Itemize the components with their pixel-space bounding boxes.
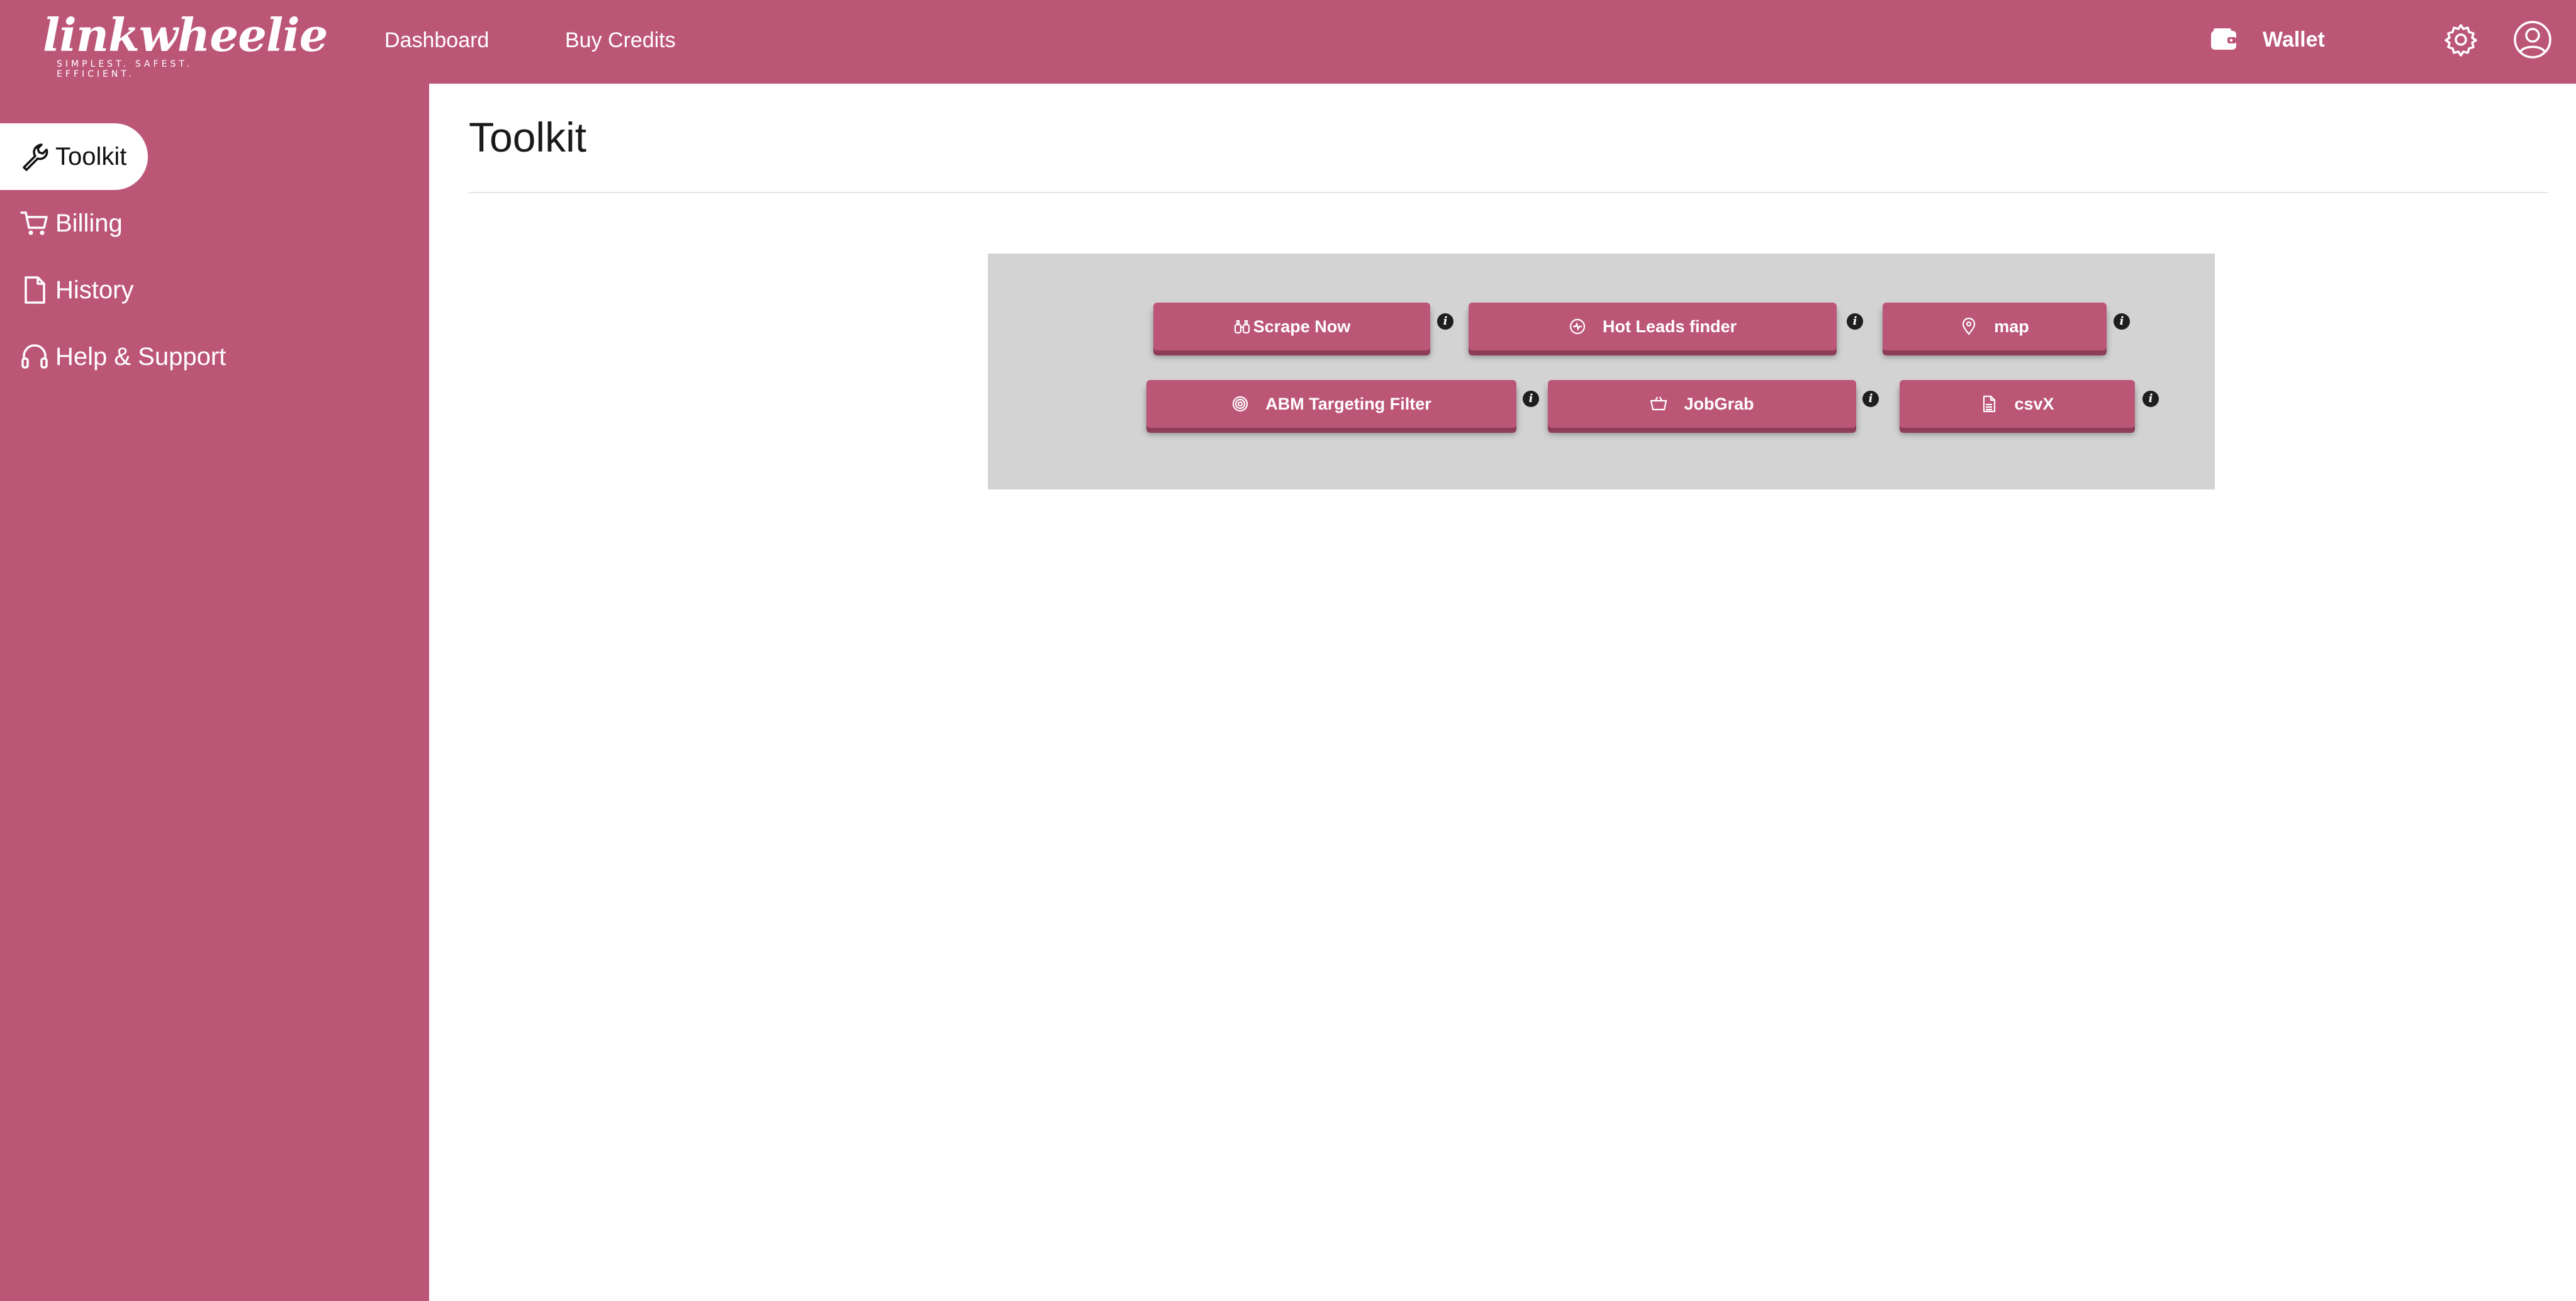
spark-circle-icon bbox=[1569, 318, 1586, 335]
tool-label: Scrape Now bbox=[1253, 316, 1351, 336]
csv-file-icon bbox=[1983, 395, 1996, 413]
sidebar: Toolkit Billing History Help & Support bbox=[0, 84, 429, 1301]
hot-leads-finder-button[interactable]: Hot Leads finder bbox=[1469, 303, 1837, 350]
tool-label: csvX bbox=[2014, 394, 2054, 413]
gear-icon[interactable] bbox=[2444, 23, 2478, 57]
abm-targeting-filter-button[interactable]: ABM Targeting Filter bbox=[1146, 380, 1516, 428]
tool-label: ABM Targeting Filter bbox=[1265, 394, 1431, 413]
tool-label: Hot Leads finder bbox=[1602, 316, 1737, 336]
info-icon[interactable]: i bbox=[1847, 313, 1863, 330]
tool-label: map bbox=[1994, 316, 2029, 336]
title-divider bbox=[469, 192, 2548, 193]
sidebar-item-history[interactable]: History bbox=[0, 257, 133, 323]
user-circle-icon[interactable] bbox=[2513, 20, 2552, 59]
wallet-icon bbox=[2211, 28, 2236, 50]
target-icon bbox=[1233, 396, 1248, 412]
map-button[interactable]: map bbox=[1883, 303, 2107, 350]
sidebar-item-label: Billing bbox=[55, 209, 123, 237]
sidebar-item-label: History bbox=[55, 276, 134, 304]
wallet-label: Wallet bbox=[2263, 27, 2325, 52]
info-icon[interactable]: i bbox=[1862, 391, 1879, 407]
info-icon[interactable]: i bbox=[1523, 391, 1539, 407]
info-icon[interactable]: i bbox=[2142, 391, 2159, 407]
cart-icon bbox=[20, 211, 48, 235]
sidebar-item-billing[interactable]: Billing bbox=[0, 190, 123, 257]
brand-name: linkwheelie bbox=[43, 8, 328, 62]
csvx-button[interactable]: csvX bbox=[1900, 380, 2135, 428]
top-navbar: linkwheelie SIMPLEST. SAFEST. EFFICIENT.… bbox=[0, 0, 2576, 84]
info-icon[interactable]: i bbox=[1437, 313, 1453, 330]
toolkit-panel: Scrape Now i Hot Leads finder i map i AB… bbox=[988, 254, 2215, 489]
brand-logo[interactable]: linkwheelie SIMPLEST. SAFEST. EFFICIENT. bbox=[43, 9, 328, 80]
sidebar-item-help-support[interactable]: Help & Support bbox=[0, 323, 226, 390]
nav-link-dashboard[interactable]: Dashboard bbox=[384, 28, 489, 53]
sidebar-item-label: Toolkit bbox=[55, 142, 127, 170]
basket-icon bbox=[1650, 396, 1667, 411]
document-icon bbox=[25, 276, 45, 304]
sidebar-item-label: Help & Support bbox=[55, 342, 227, 371]
map-pin-icon bbox=[1963, 318, 1976, 335]
info-icon[interactable]: i bbox=[2114, 313, 2130, 330]
page-title: Toolkit bbox=[469, 114, 587, 160]
binoculars-icon bbox=[1234, 320, 1250, 334]
jobgrab-button[interactable]: JobGrab bbox=[1548, 380, 1856, 428]
tool-label: JobGrab bbox=[1684, 394, 1754, 413]
headset-icon bbox=[21, 344, 48, 369]
wallet-button[interactable]: Wallet bbox=[2210, 24, 2325, 55]
scrape-now-button[interactable]: Scrape Now bbox=[1153, 303, 1430, 350]
brand-tagline: SIMPLEST. SAFEST. EFFICIENT. bbox=[57, 59, 193, 79]
wrench-icon bbox=[23, 143, 48, 171]
sidebar-item-toolkit[interactable]: Toolkit bbox=[0, 123, 148, 190]
nav-link-buy-credits[interactable]: Buy Credits bbox=[565, 28, 676, 53]
